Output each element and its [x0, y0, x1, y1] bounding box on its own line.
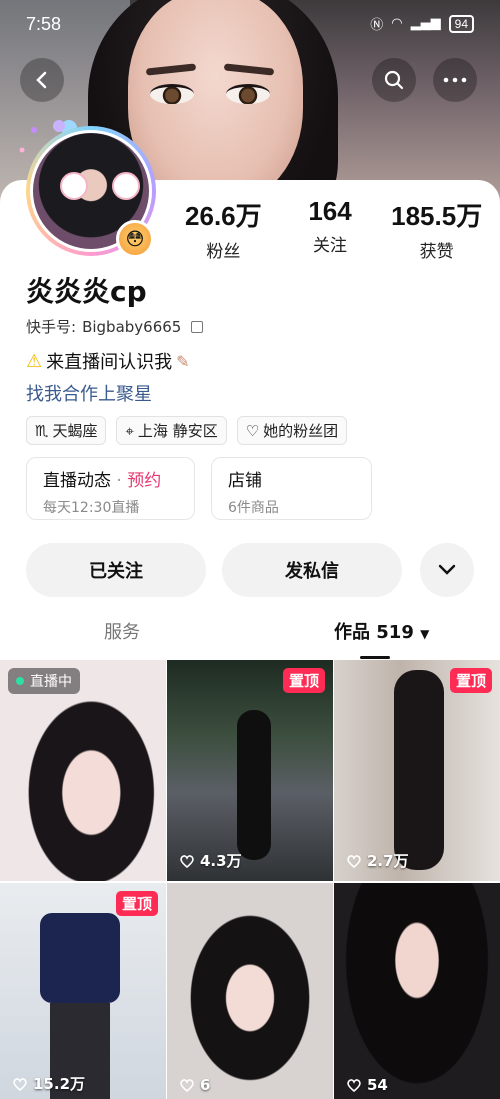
profile-stats: 26.6万 粉丝 164 关注 185.5万 获赞	[170, 196, 490, 262]
tag-fan-club[interactable]: ♡ 她的粉丝团	[236, 416, 348, 445]
live-schedule-title-row: 直播动态 · 预约	[43, 471, 162, 491]
pinned-badge: 置顶	[449, 668, 492, 693]
more-dots-icon	[443, 77, 467, 83]
like-count-value: 6	[200, 1076, 211, 1094]
nfc-icon: Ⓝ	[370, 18, 384, 33]
shop-subtitle: 6件商品	[228, 500, 279, 516]
pinned-badge: 置顶	[282, 668, 325, 693]
tag-label: 上海 静安区	[137, 422, 218, 440]
caret-down-icon: ▼	[420, 627, 430, 641]
likes-count: 185.5万	[391, 201, 483, 231]
live-badge: 直播中	[8, 668, 80, 694]
warning-icon: ⚠	[26, 350, 43, 372]
location-icon: ⌖	[125, 421, 134, 440]
like-count: 2.7万	[346, 850, 409, 871]
like-count-value: 2.7万	[367, 852, 409, 870]
likes-label: 获赞	[419, 242, 454, 262]
kuaishou-id-value: Bigbaby6665	[82, 317, 182, 336]
paw-decoration-icon	[112, 172, 140, 200]
following-count: 164	[308, 196, 352, 226]
emoji-badge-icon[interactable]: 😳	[116, 220, 154, 258]
status-time: 7:58	[26, 14, 62, 34]
tab-works[interactable]: 作品 519 ▼	[334, 618, 429, 644]
live-schedule-subtitle: 每天12:30直播	[43, 500, 140, 516]
followers-label: 粉丝	[206, 242, 241, 262]
search-button[interactable]	[372, 58, 416, 102]
like-count: 4.3万	[179, 850, 242, 871]
following-stat[interactable]: 164 关注	[277, 196, 384, 262]
work-tile[interactable]: 直播中	[0, 660, 166, 881]
copy-icon[interactable]	[191, 320, 204, 333]
signal-icon: ▂▄▆	[410, 16, 441, 31]
paw-decoration-icon	[60, 172, 88, 200]
cooperation-link[interactable]: 找我合作上聚星	[26, 380, 152, 406]
shop-title: 店铺	[228, 471, 262, 491]
followed-button[interactable]: 已关注	[26, 543, 206, 597]
status-bar: 7:58 Ⓝ ◠ ▂▄▆ 94	[0, 0, 500, 44]
live-schedule-box[interactable]: 直播动态 · 预约 每天12:30直播	[26, 457, 195, 520]
tab-underline	[360, 656, 390, 659]
tab-services[interactable]: 服务	[104, 618, 140, 644]
figure-silhouette	[394, 670, 444, 870]
tag-location[interactable]: ⌖ 上海 静安区	[116, 416, 227, 445]
tag-zodiac[interactable]: ♏ 天蝎座	[26, 416, 107, 445]
message-button[interactable]: 发私信	[222, 543, 402, 597]
tag-label: 她的粉丝团	[263, 422, 339, 440]
work-tile[interactable]: 54	[334, 883, 500, 1099]
works-grid: 直播中 置顶 4.3万 置顶 2.7万 置顶 15.2万 6 54	[0, 660, 500, 1099]
tag-label: 天蝎座	[52, 422, 98, 440]
chevron-down-icon	[438, 564, 456, 575]
work-tile[interactable]: 6	[167, 883, 333, 1099]
live-badge-label: 直播中	[30, 674, 72, 690]
followers-stat[interactable]: 26.6万 粉丝	[170, 196, 277, 262]
pen-icon: ✎	[176, 351, 190, 371]
live-dot-icon	[16, 677, 24, 685]
figure-silhouette	[40, 913, 120, 1003]
heart-icon	[180, 854, 194, 868]
reserve-link[interactable]: 预约	[127, 471, 161, 491]
figure-silhouette	[237, 710, 271, 860]
like-count-value: 15.2万	[33, 1075, 86, 1093]
shop-box[interactable]: 店铺 6件商品	[211, 457, 372, 520]
likes-stat[interactable]: 185.5万 获赞	[383, 196, 490, 262]
like-count: 54	[346, 1076, 388, 1094]
scorpio-icon: ♏	[35, 421, 49, 440]
like-count-value: 4.3万	[200, 852, 242, 870]
wifi-icon: ◠	[391, 16, 403, 31]
more-button[interactable]	[433, 58, 477, 102]
fan-club-icon: ♡	[245, 421, 260, 440]
bio-text: 来直播间认识我	[46, 352, 173, 373]
kuaishou-id-row[interactable]: 快手号: Bigbaby6665	[26, 316, 204, 337]
content-tabs: 服务 作品 519 ▼	[0, 618, 500, 659]
chevron-left-icon	[36, 71, 47, 89]
heart-icon	[180, 1079, 194, 1093]
work-tile[interactable]: 置顶 2.7万	[334, 660, 500, 881]
heart-icon	[347, 1079, 361, 1093]
battery-icon: 94	[448, 14, 474, 33]
profile-tags: ♏ 天蝎座 ⌖ 上海 静安区 ♡ 她的粉丝团	[26, 416, 348, 445]
live-schedule-title: 直播动态	[43, 471, 111, 491]
profile-name: 炎炎炎cp	[26, 275, 147, 308]
like-count: 15.2万	[12, 1073, 85, 1094]
heart-icon	[347, 854, 361, 868]
expand-button[interactable]	[420, 543, 474, 597]
following-label: 关注	[313, 236, 347, 256]
work-tile[interactable]: 置顶 4.3万	[167, 660, 333, 881]
kuaishou-id-label: 快手号:	[26, 318, 77, 336]
back-button[interactable]	[20, 58, 64, 102]
heart-icon	[13, 1077, 27, 1091]
work-tile[interactable]: 置顶 15.2万	[0, 883, 166, 1099]
pinned-badge: 置顶	[115, 891, 158, 916]
search-icon	[384, 70, 404, 90]
like-count-value: 54	[367, 1076, 388, 1094]
followers-count: 26.6万	[185, 201, 262, 231]
profile-bio: ⚠ 来直播间认识我 ✎	[26, 348, 190, 374]
tab-works-label: 作品 519	[334, 622, 414, 643]
like-count: 6	[179, 1076, 210, 1094]
